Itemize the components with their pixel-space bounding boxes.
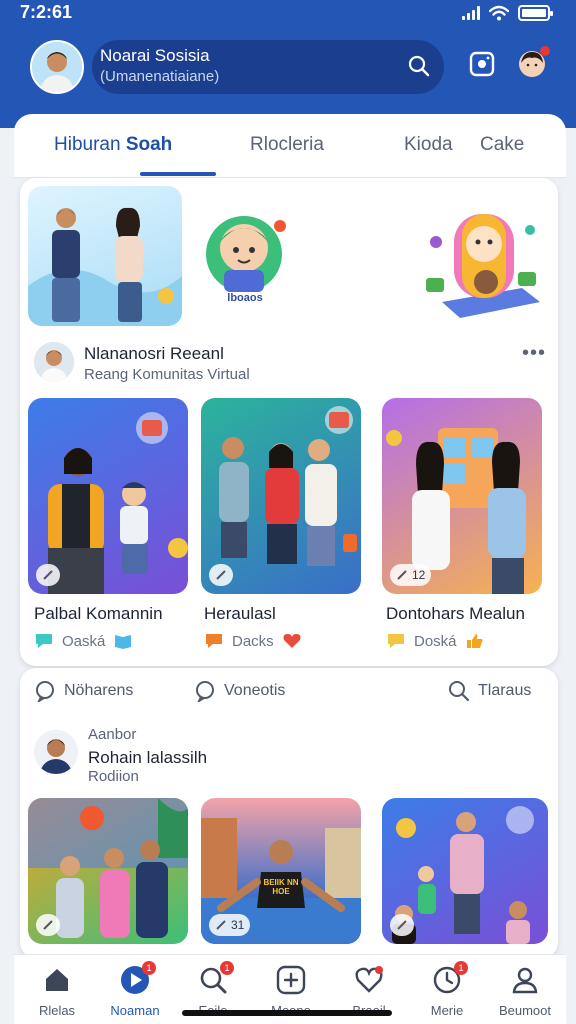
home-indicator bbox=[182, 1010, 392, 1016]
post-title[interactable]: Rohain lalassilh bbox=[88, 748, 207, 768]
comment-icon bbox=[196, 681, 214, 702]
nav-badge: 1 bbox=[220, 961, 234, 975]
media-tile[interactable] bbox=[28, 398, 188, 594]
home-icon bbox=[46, 969, 68, 991]
more-options-icon[interactable]: ••• bbox=[522, 342, 546, 365]
tab-rlocleria[interactable]: Rlocleria bbox=[250, 134, 324, 156]
media-icon bbox=[43, 920, 53, 930]
tile-meta: Doská bbox=[386, 632, 485, 650]
nav-item-home[interactable]: Rlelas bbox=[20, 963, 90, 1023]
feed-card-post: Nöharens Voneotis Tlaraus Aanbor Rohain … bbox=[20, 668, 558, 958]
wifi-icon bbox=[489, 5, 509, 21]
nav-item-beumoot[interactable]: Beumoot bbox=[488, 963, 558, 1023]
notification-avatar[interactable] bbox=[516, 46, 550, 80]
media-icon bbox=[216, 570, 226, 580]
tile-title[interactable]: Heraulasl bbox=[204, 604, 276, 624]
game-illustration[interactable] bbox=[422, 202, 546, 322]
search-icon bbox=[449, 681, 470, 702]
media-badge bbox=[209, 564, 233, 586]
nav-item-noaman[interactable]: 1 Noaman bbox=[98, 961, 168, 1023]
action-discuss[interactable]: Voneotis bbox=[194, 680, 285, 702]
nav-label: Noaman bbox=[110, 1003, 160, 1018]
nav-label: Beumoot bbox=[498, 1003, 552, 1018]
status-icons bbox=[462, 5, 553, 21]
post-title[interactable]: Nlananosri Reeanl bbox=[84, 344, 224, 364]
tile-meta: Oaská bbox=[34, 632, 133, 650]
nav-badge: 1 bbox=[142, 961, 156, 975]
media-tile[interactable] bbox=[28, 798, 188, 944]
search-title: Noarai Sosisia bbox=[100, 46, 210, 65]
media-badge bbox=[36, 564, 60, 586]
media-badge bbox=[36, 914, 60, 936]
search-bar[interactable]: Noarai Sosisia (Umanenatiaiane) bbox=[92, 40, 444, 94]
post-author-avatar[interactable] bbox=[34, 342, 74, 382]
heart-icon bbox=[283, 634, 301, 648]
search-subtitle: (Umanenatiaiane) bbox=[100, 68, 220, 85]
camera-icon bbox=[469, 51, 495, 77]
tab-kioda[interactable]: Kioda bbox=[404, 134, 453, 156]
signal-icon bbox=[462, 6, 480, 20]
media-badge: 12 bbox=[390, 564, 432, 586]
notification-dot bbox=[540, 46, 550, 56]
active-tab-indicator bbox=[140, 172, 216, 176]
action-comments[interactable]: Nöharens bbox=[34, 680, 133, 702]
tab-hiburan[interactable]: Hiburan Soah bbox=[54, 134, 172, 156]
character-sticker[interactable]: lboaos bbox=[200, 208, 290, 312]
chat-bubble-icon bbox=[36, 634, 52, 648]
featured-illustration[interactable] bbox=[28, 186, 182, 326]
heart-icon bbox=[355, 966, 383, 993]
action-search[interactable]: Tlaraus bbox=[448, 680, 531, 702]
media-tile[interactable] bbox=[201, 398, 361, 594]
media-tile[interactable]: 12 bbox=[382, 398, 542, 594]
tile-title[interactable]: Dontohars Mealun bbox=[386, 604, 525, 624]
post-subtitle: Reang Komunitas Virtual bbox=[84, 366, 250, 383]
nav-badge: 1 bbox=[454, 961, 468, 975]
camera-button[interactable] bbox=[466, 48, 498, 80]
category-tabs: Hiburan Soah Rlocleria Kioda Cake bbox=[14, 114, 566, 178]
search-icon[interactable] bbox=[408, 55, 430, 77]
post-subtitle: Rodiion bbox=[88, 768, 139, 785]
media-icon bbox=[397, 570, 407, 580]
media-badge: 31 bbox=[209, 914, 251, 936]
profile-icon bbox=[512, 967, 538, 994]
thumbs-up-icon bbox=[466, 634, 483, 648]
status-time: 7:2:61 bbox=[20, 2, 73, 22]
post-author-avatar[interactable] bbox=[34, 730, 78, 774]
feed-card-featured: lboaos Nlananosri Reeanl Reang Komunitas… bbox=[20, 178, 558, 666]
add-icon bbox=[276, 965, 306, 995]
sticker-caption: lboaos bbox=[227, 292, 263, 304]
tab-cake[interactable]: Cake bbox=[480, 134, 524, 156]
tile-title[interactable]: Palbal Komannin bbox=[34, 604, 163, 624]
media-badge bbox=[390, 914, 414, 936]
battery-icon bbox=[518, 5, 553, 21]
tile-meta: Dacks bbox=[204, 632, 302, 650]
media-tile[interactable] bbox=[382, 798, 548, 944]
shirt-text: BEIIK NN HOE bbox=[263, 878, 299, 896]
app-header: 7:2:61 Noarai Sosisia (Umanenatiaiane) bbox=[0, 0, 576, 128]
media-icon bbox=[216, 920, 226, 930]
profile-avatar[interactable] bbox=[30, 40, 84, 94]
media-icon bbox=[43, 570, 53, 580]
media-icon bbox=[397, 920, 407, 930]
comment-icon bbox=[36, 681, 54, 702]
nav-label: Merie bbox=[430, 1003, 464, 1018]
chat-bubble-icon bbox=[388, 634, 404, 648]
nav-item-merie[interactable]: 1 Merie bbox=[410, 961, 480, 1023]
chat-bubble-icon bbox=[206, 634, 222, 648]
status-bar: 7:2:61 bbox=[0, 0, 576, 28]
book-icon bbox=[115, 635, 132, 649]
nav-label: Rlelas bbox=[38, 1003, 76, 1018]
media-tile[interactable]: BEIIK NN HOE 31 bbox=[201, 798, 361, 944]
post-label: Aanbor bbox=[88, 726, 137, 743]
